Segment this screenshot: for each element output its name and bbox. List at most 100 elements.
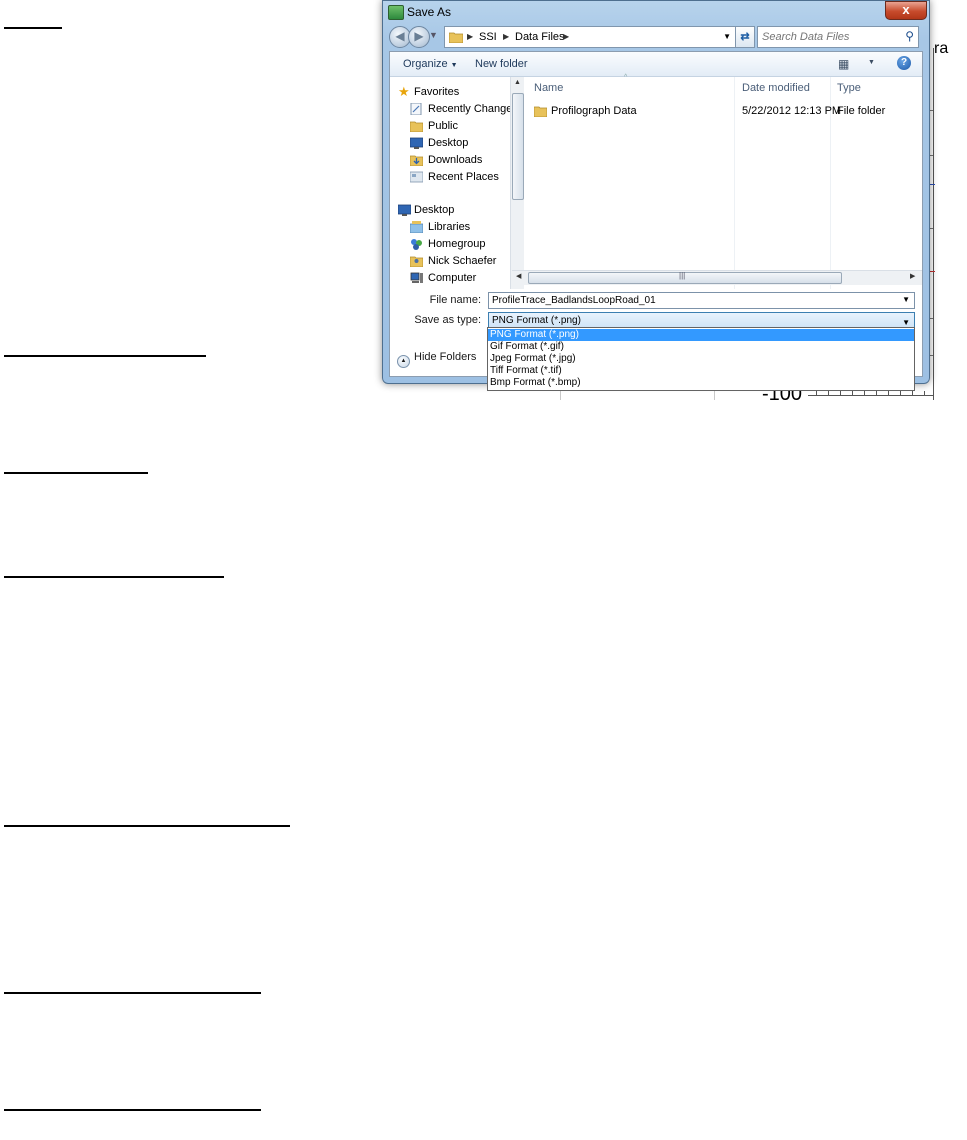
libraries-icon — [410, 221, 423, 233]
navigation-scrollbar[interactable]: ▲ ▼ — [510, 77, 524, 289]
close-button[interactable]: x — [885, 1, 927, 20]
refresh-button[interactable]: ⇄ — [735, 26, 755, 48]
dialog-title: Save As — [407, 5, 452, 19]
file-type: File folder — [837, 105, 886, 117]
scroll-left-icon[interactable]: ◀ — [516, 272, 521, 280]
refresh-icon: ⇄ — [740, 31, 750, 43]
nav-item-label: Libraries — [428, 221, 471, 233]
file-list-horizontal-scrollbar[interactable]: ◀ ||| ▶ — [512, 270, 922, 285]
search-icon[interactable]: ⚲ — [905, 29, 914, 43]
nav-item-label: Favorites — [414, 86, 460, 98]
type-option-png[interactable]: PNG Format (*.png) — [488, 329, 914, 341]
save-as-type-dropdown-list[interactable]: PNG Format (*.png) Gif Format (*.gif) Jp… — [487, 327, 915, 391]
chart-tick — [828, 391, 829, 396]
file-row[interactable]: Profilograph Data 5/22/2012 12:13 PM Fil… — [534, 103, 914, 119]
breadcrumb-arrow-icon[interactable]: ▶ — [467, 27, 473, 47]
type-option-tiff[interactable]: Tiff Format (*.tif) — [488, 365, 914, 377]
doc-heading-underline-7 — [4, 1109, 261, 1111]
computer-icon — [410, 272, 423, 283]
breadcrumb-data-files[interactable]: Data Files — [515, 27, 565, 47]
save-as-type-label: Save as type: — [414, 314, 481, 326]
chart-tick — [840, 391, 841, 396]
recent-changed-icon — [410, 103, 422, 115]
hide-folders-label: Hide Folders — [414, 351, 477, 363]
title-bar[interactable]: Save As x — [383, 1, 929, 23]
folder-icon — [410, 121, 423, 132]
type-option-gif[interactable]: Gif Format (*.gif) — [488, 341, 914, 353]
chevron-down-icon[interactable]: ▼ — [902, 295, 910, 304]
address-dropdown-icon[interactable]: ▼ — [723, 27, 731, 47]
desktop-icon — [398, 204, 411, 216]
forward-arrow-icon: ▶ — [414, 29, 424, 43]
sort-indicator-icon: ^ — [624, 74, 628, 81]
help-icon[interactable]: ? — [897, 56, 911, 70]
doc-heading-underline-3 — [4, 472, 148, 474]
chart-tick — [900, 391, 901, 396]
file-date-modified: 5/22/2012 12:13 PM — [742, 105, 842, 117]
views-icon[interactable]: ▦ — [838, 57, 849, 71]
column-header-name[interactable]: Name — [534, 82, 563, 94]
organize-button[interactable]: Organize ▼ — [403, 58, 458, 70]
chart-tick — [816, 391, 817, 396]
chart-tick — [912, 391, 913, 396]
chart-tick — [876, 391, 877, 396]
nav-item-label: Homegroup — [428, 238, 486, 250]
nav-item-label: Desktop — [428, 137, 469, 149]
recent-places-icon — [410, 171, 423, 183]
desktop-icon — [410, 137, 423, 149]
breadcrumb-arrow-icon[interactable]: ▶ — [503, 27, 509, 47]
scroll-grip-icon: ||| — [679, 271, 686, 280]
address-bar[interactable]: ▶ SSI ▶ Data Files ▶ ▼ — [444, 26, 736, 48]
downloads-icon — [410, 155, 423, 166]
save-as-type-value: PNG Format (*.png) — [492, 315, 581, 326]
doc-heading-underline-1 — [4, 27, 62, 29]
chevron-down-icon: ▼ — [450, 62, 458, 69]
chart-fragment-text: ra — [934, 40, 949, 57]
organize-label: Organize — [403, 58, 448, 70]
chart-tick — [888, 391, 889, 396]
navigation-bar: ◀ ▶ ▼ ▶ SSI ▶ Data Files ▶ ▼ ⇄ ⚲ — [383, 24, 929, 50]
nav-item-label: Public — [428, 120, 458, 132]
nav-item-label: Recently Changed — [428, 103, 510, 115]
star-icon: ★ — [398, 84, 410, 99]
chevron-up-icon: ▲ — [397, 355, 410, 368]
history-dropdown-icon[interactable]: ▼ — [429, 30, 438, 40]
column-header-type[interactable]: Type — [837, 82, 861, 94]
doc-heading-underline-2 — [4, 355, 206, 357]
chart-tick — [864, 391, 865, 396]
chart-x-axis — [808, 395, 933, 396]
scroll-up-icon[interactable]: ▲ — [514, 79, 521, 86]
file-name: Profilograph Data — [551, 105, 637, 117]
search-input[interactable] — [762, 29, 892, 44]
new-folder-button[interactable]: New folder — [475, 58, 528, 70]
user-folder-icon — [410, 256, 423, 267]
file-name-field[interactable]: ▼ — [488, 292, 915, 309]
nav-item-label: Nick Schaefer — [428, 255, 497, 267]
forward-button[interactable]: ▶ — [408, 26, 430, 48]
chart-right-axis — [933, 48, 934, 400]
doc-heading-underline-4 — [4, 576, 224, 578]
views-dropdown-icon[interactable]: ▼ — [868, 59, 875, 66]
scroll-right-icon[interactable]: ▶ — [910, 272, 915, 280]
breadcrumb-ssi[interactable]: SSI — [479, 27, 497, 47]
doc-heading-underline-6 — [4, 992, 261, 994]
scroll-thumb[interactable] — [512, 93, 524, 200]
file-list: ^ Name Date modified Type Profilograph D… — [524, 74, 922, 289]
doc-heading-underline-5 — [4, 825, 290, 827]
type-option-bmp[interactable]: Bmp Format (*.bmp) — [488, 377, 914, 389]
nav-item-label: Desktop — [414, 204, 455, 216]
hide-folders-button[interactable]: ▲ Hide Folders — [397, 351, 476, 368]
file-name-label: File name: — [429, 294, 481, 306]
homegroup-icon — [411, 239, 422, 250]
nav-item-label: Downloads — [428, 154, 483, 166]
scroll-thumb[interactable]: ||| — [528, 271, 842, 284]
type-option-jpeg[interactable]: Jpeg Format (*.jpg) — [488, 353, 914, 365]
breadcrumb-arrow-icon[interactable]: ▶ — [563, 27, 569, 47]
back-arrow-icon: ◀ — [395, 29, 405, 43]
file-name-input[interactable] — [492, 293, 892, 307]
folder-icon — [534, 106, 547, 117]
column-header-date-modified[interactable]: Date modified — [742, 82, 810, 94]
nav-item-label: Recent Places — [428, 171, 499, 183]
search-box[interactable]: ⚲ — [757, 26, 919, 48]
chart-tick — [924, 391, 925, 396]
